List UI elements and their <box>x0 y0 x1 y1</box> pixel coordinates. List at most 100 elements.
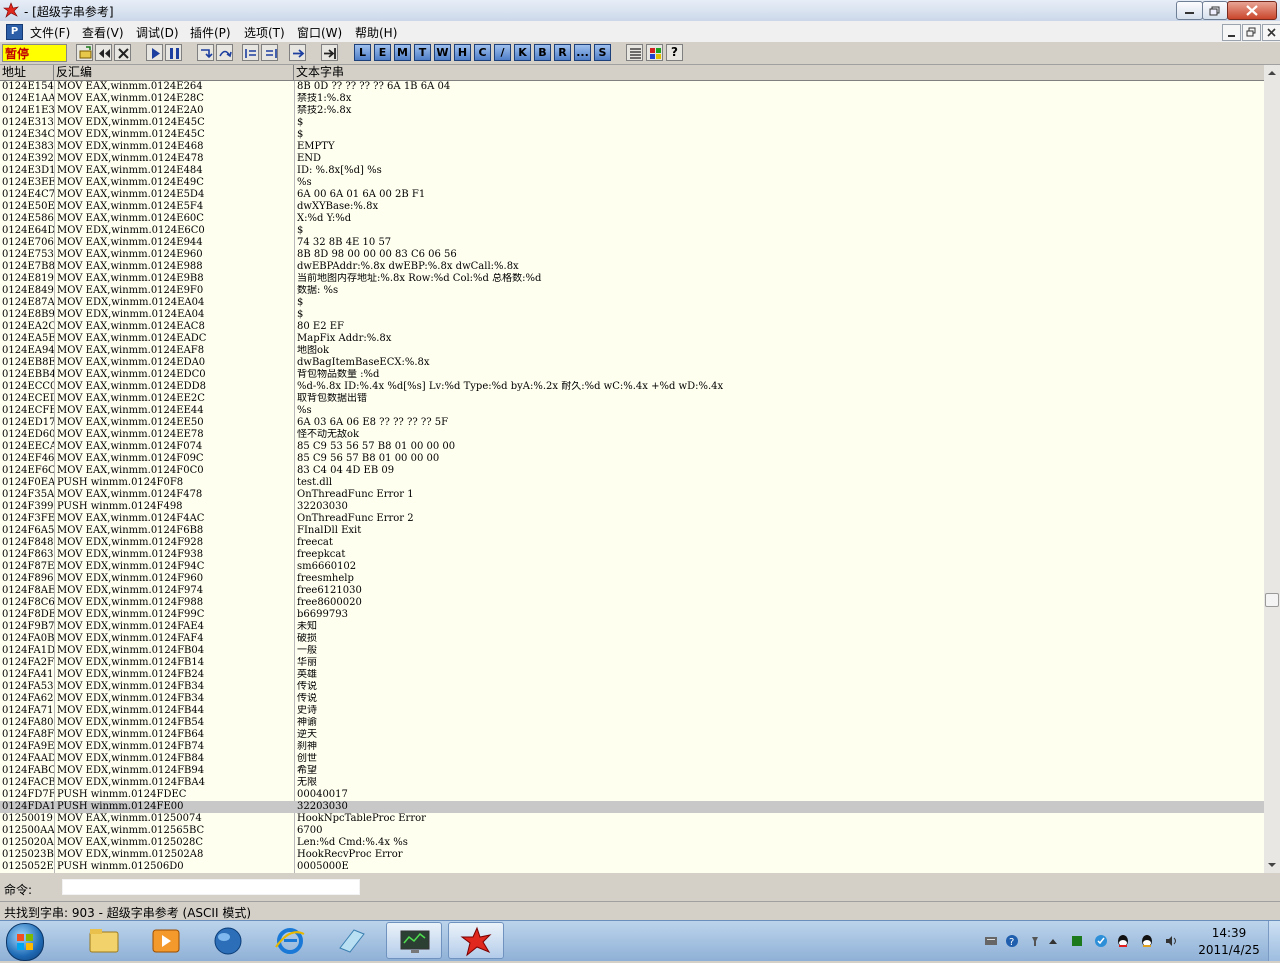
show-desktop-button[interactable] <box>1268 921 1280 961</box>
child-minimize-button[interactable] <box>1222 24 1241 41</box>
table-row[interactable]: 0124E64D MOV EDX,winmm.0124E6C0 $ <box>0 225 1264 237</box>
table-row[interactable]: 0124F863 MOV EDX,winmm.0124F938 freepkcat <box>0 549 1264 561</box>
references-button[interactable]: R <box>554 44 571 61</box>
menu-file[interactable]: 文件(F) <box>30 24 70 41</box>
table-row[interactable]: 0124FDA1 PUSH winmm.0124FE00 32203030 <box>0 801 1264 813</box>
keyboard-icon[interactable] <box>984 934 998 948</box>
table-row[interactable]: 0124FABC MOV EDX,winmm.0124FB94 希望 <box>0 765 1264 777</box>
cpu-button[interactable]: C <box>474 44 491 61</box>
call-stack-button[interactable]: K <box>514 44 531 61</box>
plugin-logo-icon[interactable]: P <box>6 24 23 40</box>
taskbar-explorer[interactable] <box>76 922 132 959</box>
menu-window[interactable]: 窗口(W) <box>297 24 342 41</box>
modules-button[interactable]: E <box>374 44 391 61</box>
help-button[interactable]: ? <box>666 44 683 61</box>
table-row[interactable]: 0124E154 MOV EAX,winmm.0124E264 8B 0D ?? ?… <box>0 81 1264 93</box>
table-row[interactable]: 0124FA62 MOV EDX,winmm.0124FB34 传说 <box>0 693 1264 705</box>
table-row[interactable]: 0124E34C MOV EDX,winmm.0124E45C $ <box>0 129 1264 141</box>
windows-button[interactable]: W <box>434 44 451 61</box>
table-row[interactable]: 0124F35A MOV EAX,winmm.0124F478 OnThreadFu… <box>0 489 1264 501</box>
taskbar-debugger[interactable] <box>448 922 504 959</box>
source-button[interactable]: S <box>594 44 611 61</box>
start-button[interactable] <box>6 923 44 961</box>
breakpoints-button[interactable]: B <box>534 44 551 61</box>
table-row[interactable]: 0124E7B8 MOV EAX,winmm.0124E988 dwEBPAddr:… <box>0 261 1264 273</box>
table-row[interactable]: 0124ED17 MOV EAX,winmm.0124EE50 6A 03 6A 0… <box>0 417 1264 429</box>
table-row[interactable]: 0124FA80 MOV EDX,winmm.0124FB54 神谕 <box>0 717 1264 729</box>
table-row[interactable]: 0125020A MOV EAX,winmm.0125028C Len:%d Cmd… <box>0 837 1264 849</box>
table-row[interactable]: 0124E819 MOV EAX,winmm.0124E9B8 当前地图内存地址:%… <box>0 273 1264 285</box>
taskbar-monitor-app[interactable] <box>386 922 442 959</box>
run-trace-button[interactable]: ... <box>574 44 591 61</box>
pause-button[interactable] <box>165 44 182 61</box>
table-row[interactable]: 0124E753 MOV EAX,winmm.0124E960 8B 8D 98 0… <box>0 249 1264 261</box>
table-row[interactable]: 0124ECED MOV EAX,winmm.0124EE2C 取背包数据出错 <box>0 393 1264 405</box>
table-row[interactable]: 0124F896 MOV EDX,winmm.0124F960 freesmhelp <box>0 573 1264 585</box>
minimize-button[interactable] <box>1176 1 1203 20</box>
scroll-down-icon[interactable] <box>1264 857 1280 873</box>
table-row[interactable]: 012500AA MOV EAX,winmm.012565BC 6700 <box>0 825 1264 837</box>
taskbar-media-player[interactable] <box>138 922 194 959</box>
table-row[interactable]: 0124EA94 MOV EAX,winmm.0124EAF8 地图ok <box>0 345 1264 357</box>
table-row[interactable]: 0124EF6C MOV EAX,winmm.0124F0C0 83 C4 04 4… <box>0 465 1264 477</box>
table-row[interactable]: 0124E706 MOV EAX,winmm.0124E944 74 32 8B 4… <box>0 237 1264 249</box>
taskbar-network[interactable] <box>200 922 256 959</box>
table-row[interactable]: 0124FA71 MOV EDX,winmm.0124FB44 史诗 <box>0 705 1264 717</box>
scroll-up-icon[interactable] <box>1264 65 1280 81</box>
app-tray-icon[interactable] <box>1070 934 1084 948</box>
table-row[interactable]: 0124EECA MOV EAX,winmm.0124F074 85 C9 53 5… <box>0 441 1264 453</box>
table-row[interactable]: 0124E87A MOV EDX,winmm.0124EA04 $ <box>0 297 1264 309</box>
debug-options-button[interactable] <box>626 44 643 61</box>
taskbar-internet-explorer[interactable] <box>262 922 318 959</box>
run-button[interactable] <box>146 44 163 61</box>
step-over-button[interactable] <box>216 44 233 61</box>
help-tray-icon[interactable]: ? <box>1005 934 1019 948</box>
command-input[interactable] <box>62 879 360 895</box>
table-row[interactable]: 0124EA2C MOV EAX,winmm.0124EAC8 80 E2 EF <box>0 321 1264 333</box>
child-restore-button[interactable] <box>1242 24 1261 41</box>
open-button[interactable] <box>76 44 93 61</box>
volume-icon[interactable] <box>1164 934 1178 948</box>
close-button[interactable] <box>1227 1 1277 20</box>
maximize-button[interactable] <box>1202 1 1228 20</box>
go-to-button[interactable] <box>321 44 338 61</box>
table-row[interactable]: 0124F6A5 MOV EAX,winmm.0124F6B8 FInalDll E… <box>0 525 1264 537</box>
table-row[interactable]: 0124E4C7 MOV EAX,winmm.0124E5D4 6A 00 6A 0… <box>0 189 1264 201</box>
column-address[interactable]: 地址 <box>0 65 54 80</box>
table-row[interactable]: 0124ECFE MOV EAX,winmm.0124EE44 %s <box>0 405 1264 417</box>
table-row[interactable]: 0124E383 MOV EDX,winmm.0124E468 EMPTY <box>0 141 1264 153</box>
table-row[interactable]: 0124FA41 MOV EDX,winmm.0124FB24 英雄 <box>0 669 1264 681</box>
trace-into-button[interactable] <box>242 44 259 61</box>
menu-view[interactable]: 查看(V) <box>82 24 124 41</box>
threads-button[interactable]: T <box>414 44 431 61</box>
table-row[interactable]: 0124F87E MOV EDX,winmm.0124F94C sm6660102 <box>0 561 1264 573</box>
menu-options[interactable]: 选项(T) <box>244 24 285 41</box>
table-row[interactable]: 0125023B MOV EDX,winmm.012502A8 HookRecvPr… <box>0 849 1264 861</box>
trace-over-button[interactable] <box>261 44 278 61</box>
table-row[interactable]: 0124E3D1 MOV EAX,winmm.0124E484 ID: %.8x[%… <box>0 165 1264 177</box>
clock-date[interactable]: 2011/4/25 <box>1195 943 1263 957</box>
child-close-button[interactable] <box>1262 24 1280 41</box>
clock-time[interactable]: 14:39 <box>1205 926 1253 940</box>
table-row[interactable]: 0124EF46 MOV EAX,winmm.0124F09C 85 C9 56 5… <box>0 453 1264 465</box>
table-row[interactable]: 0124FAAD MOV EDX,winmm.0124FB84 创世 <box>0 753 1264 765</box>
table-row[interactable]: 0124E586 MOV EAX,winmm.0124E60C X:%d Y:%d <box>0 213 1264 225</box>
table-row[interactable]: 0124F399 PUSH winmm.0124F498 32203030 <box>0 501 1264 513</box>
table-row[interactable]: 0124EA5E MOV EAX,winmm.0124EADC MapFix Add… <box>0 333 1264 345</box>
table-row[interactable]: 0124EBB4 MOV EAX,winmm.0124EDC0 背包物品数量 :%d <box>0 369 1264 381</box>
table-row[interactable]: 0124EB8E MOV EAX,winmm.0124EDA0 dwBagItemB… <box>0 357 1264 369</box>
execute-till-return-button[interactable] <box>289 44 306 61</box>
table-row[interactable]: 0124FA53 MOV EDX,winmm.0124FB34 传说 <box>0 681 1264 693</box>
scrollbar-thumb[interactable] <box>1265 593 1279 607</box>
menu-plugins[interactable]: 插件(P) <box>190 24 231 41</box>
table-row[interactable]: 0124FA0B MOV EDX,winmm.0124FAF4 破损 <box>0 633 1264 645</box>
table-row[interactable]: 0124F8DE MOV EDX,winmm.0124F99C b6699793 <box>0 609 1264 621</box>
table-row[interactable]: 0125052E PUSH winmm.012506D0 0005000E <box>0 861 1264 873</box>
log-window-button[interactable]: L <box>354 44 371 61</box>
table-row[interactable]: 0124F0EA PUSH winmm.0124F0F8 test.dll <box>0 477 1264 489</box>
vertical-scrollbar[interactable] <box>1264 65 1280 873</box>
table-row[interactable]: 0124FACB MOV EDX,winmm.0124FBA4 无限 <box>0 777 1264 789</box>
column-text-string[interactable]: 文本字串 <box>294 65 1264 80</box>
memory-map-button[interactable]: M <box>394 44 411 61</box>
table-row[interactable]: 0124FA9E MOV EDX,winmm.0124FB74 刹神 <box>0 741 1264 753</box>
